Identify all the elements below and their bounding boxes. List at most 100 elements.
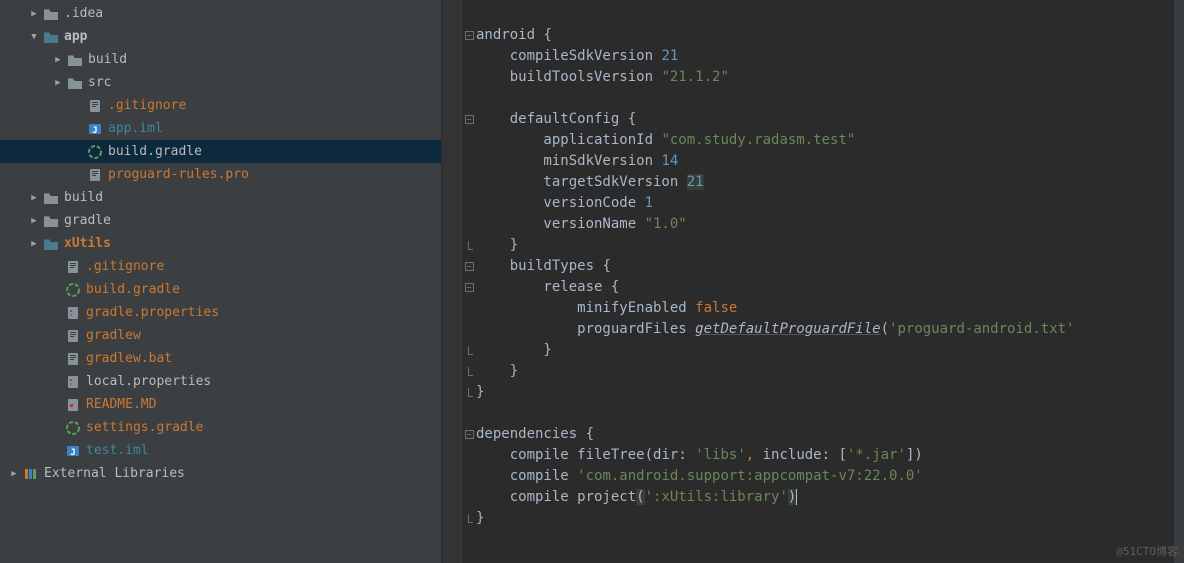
fold-marker [462,88,476,109]
fold-marker [462,46,476,67]
file-icon [64,328,82,344]
folder-icon [66,75,84,91]
code-line[interactable]: } [476,235,1184,256]
chevron-right-icon[interactable]: ▶ [52,78,64,88]
tree-item-label: gradlew [86,328,141,343]
tree-item-label: build [64,190,103,205]
chevron-right-icon[interactable]: ▶ [28,239,40,249]
tree-item-label: External Libraries [44,466,185,481]
code-line[interactable] [476,403,1184,424]
tree-item-build-gradle[interactable]: ▶build.gradle [0,278,441,301]
chevron-down-icon[interactable]: ▼ [28,32,40,42]
tree-item-readme-md[interactable]: ▶README.MD [0,393,441,416]
file-icon [64,259,82,275]
file-icon [86,167,104,183]
tree-item-build[interactable]: ▶ build [0,186,441,209]
fold-marker[interactable]: − [462,256,476,277]
tree-item-label: src [88,75,111,90]
code-line[interactable]: compile project(':xUtils:library') [476,487,1184,508]
iml-icon: J [86,121,104,137]
code-editor: −−−−− android { compileSdkVersion 21 bui… [442,0,1184,563]
code-line[interactable]: targetSdkVersion 21 [476,172,1184,193]
file-icon [86,98,104,114]
code-line[interactable]: compileSdkVersion 21 [476,46,1184,67]
code-line[interactable]: release { [476,277,1184,298]
code-line[interactable]: minSdkVersion 14 [476,151,1184,172]
fold-marker[interactable]: − [462,25,476,46]
code-line[interactable]: proguardFiles getDefaultProguardFile('pr… [476,319,1184,340]
tree-item-src[interactable]: ▶ src [0,71,441,94]
gradle-icon [64,282,82,298]
tree-item-gradlew-bat[interactable]: ▶gradlew.bat [0,347,441,370]
tree-item--gitignore[interactable]: ▶.gitignore [0,255,441,278]
code-line[interactable]: applicationId "com.study.radasm.test" [476,130,1184,151]
project-tree-panel: ▶.idea▼app▶build▶src▶.gitignore▶Japp.iml… [0,0,442,563]
fold-marker[interactable]: − [462,277,476,298]
lib-icon [22,466,40,482]
chevron-right-icon[interactable]: ▶ [28,9,40,19]
code-line[interactable]: minifyEnabled false [476,298,1184,319]
tree-item--gitignore[interactable]: ▶.gitignore [0,94,441,117]
code-line[interactable] [476,4,1184,25]
scrollbar-vertical[interactable] [1174,0,1184,563]
fold-marker [462,403,476,424]
code-line[interactable] [476,88,1184,109]
chevron-right-icon[interactable]: ▶ [28,216,40,226]
code-line[interactable]: } [476,382,1184,403]
gradle-icon [86,144,104,160]
fold-marker [462,172,476,193]
code-line[interactable]: } [476,361,1184,382]
code-line[interactable]: versionCode 1 [476,193,1184,214]
watermark-text: @51CTO博客 [1116,543,1178,559]
fold-marker[interactable] [462,235,476,256]
code-line[interactable]: } [476,508,1184,529]
code-line[interactable]: } [476,340,1184,361]
tree-item-label: app.iml [108,121,163,136]
fold-marker[interactable] [462,361,476,382]
fold-marker [462,130,476,151]
tree-item-label: README.MD [86,397,156,412]
code-line[interactable]: compile 'com.android.support:appcompat-v… [476,466,1184,487]
code-line[interactable]: buildTypes { [476,256,1184,277]
code-line[interactable]: android { [476,25,1184,46]
code-line[interactable]: buildToolsVersion "21.1.2" [476,67,1184,88]
chevron-right-icon[interactable]: ▶ [8,469,20,479]
tree-item-label: xUtils [64,236,111,251]
tree-item-local-properties[interactable]: ▶local.properties [0,370,441,393]
chevron-right-icon[interactable]: ▶ [28,193,40,203]
code-line[interactable]: versionName "1.0" [476,214,1184,235]
tree-item-build-gradle[interactable]: ▶build.gradle [0,140,441,163]
tree-item-label: settings.gradle [86,420,203,435]
tree-item-gradle[interactable]: ▶gradle [0,209,441,232]
tree-item-settings-gradle[interactable]: ▶settings.gradle [0,416,441,439]
chevron-right-icon[interactable]: ▶ [52,55,64,65]
fold-marker[interactable]: − [462,424,476,445]
tree-item--idea[interactable]: ▶ .idea [0,2,441,25]
tree-item-xutils[interactable]: ▶ xUtils [0,232,441,255]
tree-item-label: app [64,29,87,44]
fold-marker[interactable] [462,508,476,529]
fold-column: −−−−− [462,0,476,563]
fold-marker [462,298,476,319]
code-line[interactable]: dependencies { [476,424,1184,445]
tree-item-build[interactable]: ▶ build [0,48,441,71]
tree-item-label: build [88,52,127,67]
fold-marker [462,214,476,235]
code-line[interactable]: compile fileTree(dir: 'libs', include: [… [476,445,1184,466]
tree-item-label: .idea [64,6,103,21]
tree-item-gradlew[interactable]: ▶gradlew [0,324,441,347]
tree-item-app[interactable]: ▼ app [0,25,441,48]
tree-item-gradle-properties[interactable]: ▶gradle.properties [0,301,441,324]
fold-marker [462,67,476,88]
fold-marker[interactable] [462,382,476,403]
tree-item-app-iml[interactable]: ▶Japp.iml [0,117,441,140]
fold-marker[interactable] [462,340,476,361]
iml-icon: J [64,443,82,459]
code-area[interactable]: android { compileSdkVersion 21 buildTool… [476,0,1184,563]
fold-marker[interactable]: − [462,109,476,130]
code-line[interactable]: defaultConfig { [476,109,1184,130]
tree-item-proguard-rules-pro[interactable]: ▶proguard-rules.pro [0,163,441,186]
tree-item-external-libraries[interactable]: ▶ External Libraries [0,462,441,485]
svg-text:J: J [70,448,75,458]
tree-item-test-iml[interactable]: ▶Jtest.iml [0,439,441,462]
